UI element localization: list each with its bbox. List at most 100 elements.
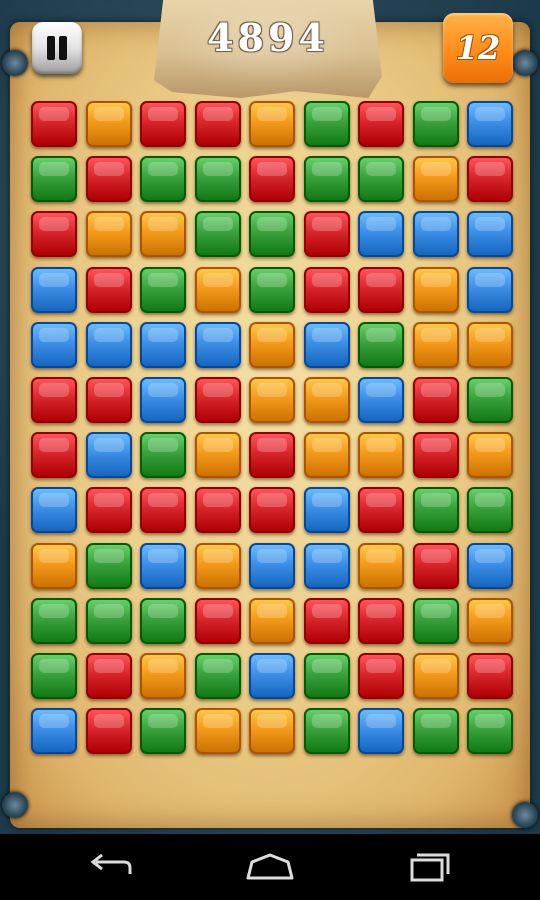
tile-red[interactable] [249,487,295,534]
tile-green[interactable] [140,266,186,313]
tile-orange[interactable] [467,432,513,479]
tile-blue[interactable] [31,708,77,755]
tile-red[interactable] [358,653,404,699]
tile-red[interactable] [85,653,132,699]
tile-blue[interactable] [140,377,186,423]
tile-red[interactable] [194,377,241,423]
tile-green[interactable] [303,156,350,203]
tile-red[interactable] [412,432,459,479]
back-button[interactable] [82,846,142,890]
tile-orange[interactable] [194,542,241,589]
pause-button[interactable] [32,22,82,74]
tile-blue[interactable] [467,266,513,313]
tile-orange[interactable] [467,321,513,368]
tile-red[interactable] [194,101,241,147]
tile-red[interactable] [303,597,350,644]
tile-blue[interactable] [31,487,77,534]
tile-blue[interactable] [467,101,513,147]
tile-red[interactable] [467,156,513,203]
tile-red[interactable] [249,432,295,479]
tile-orange[interactable] [412,156,459,203]
tile-blue[interactable] [303,321,350,368]
tile-orange[interactable] [249,597,295,644]
tile-red[interactable] [412,542,459,589]
tile-red[interactable] [358,266,404,313]
tile-orange[interactable] [358,542,404,589]
tile-green[interactable] [140,156,186,203]
tile-blue[interactable] [85,321,132,368]
tile-orange[interactable] [249,101,295,147]
tile-orange[interactable] [194,708,241,755]
tile-green[interactable] [412,708,459,755]
tile-green[interactable] [358,321,404,368]
tile-red[interactable] [467,653,513,699]
tile-red[interactable] [358,101,404,147]
tile-orange[interactable] [194,266,241,313]
tile-green[interactable] [140,432,186,479]
tile-blue[interactable] [303,542,350,589]
tile-red[interactable] [358,597,404,644]
tile-blue[interactable] [85,432,132,479]
tile-blue[interactable] [358,708,404,755]
tile-blue[interactable] [467,211,513,258]
tile-red[interactable] [303,211,350,258]
tile-green[interactable] [467,377,513,423]
tile-red[interactable] [85,266,132,313]
tile-green[interactable] [467,487,513,534]
tile-blue[interactable] [249,653,295,699]
tile-green[interactable] [194,156,241,203]
tile-red[interactable] [358,487,404,534]
tile-green[interactable] [412,101,459,147]
tile-orange[interactable] [412,653,459,699]
tile-green[interactable] [140,597,186,644]
tile-orange[interactable] [249,708,295,755]
tile-red[interactable] [31,432,77,479]
tile-red[interactable] [194,487,241,534]
tile-orange[interactable] [467,597,513,644]
tile-red[interactable] [31,377,77,423]
tile-green[interactable] [412,487,459,534]
tile-green[interactable] [303,708,350,755]
tile-red[interactable] [412,377,459,423]
tile-red[interactable] [85,708,132,755]
tile-orange[interactable] [194,432,241,479]
tile-green[interactable] [194,653,241,699]
tile-orange[interactable] [249,377,295,423]
tile-blue[interactable] [467,542,513,589]
tile-red[interactable] [140,101,186,147]
tile-orange[interactable] [412,266,459,313]
tile-orange[interactable] [249,321,295,368]
tile-green[interactable] [303,101,350,147]
tile-red[interactable] [85,377,132,423]
tile-green[interactable] [467,708,513,755]
tile-blue[interactable] [31,266,77,313]
tile-orange[interactable] [303,432,350,479]
tile-green[interactable] [303,653,350,699]
home-button[interactable] [240,846,300,890]
tile-red[interactable] [249,156,295,203]
tile-blue[interactable] [31,321,77,368]
tile-blue[interactable] [358,377,404,423]
tile-orange[interactable] [358,432,404,479]
tile-orange[interactable] [412,321,459,368]
tile-green[interactable] [140,708,186,755]
tile-orange[interactable] [85,101,132,147]
tile-blue[interactable] [249,542,295,589]
tile-green[interactable] [85,597,132,644]
tile-green[interactable] [31,653,77,699]
tile-red[interactable] [85,487,132,534]
tile-green[interactable] [249,266,295,313]
tile-red[interactable] [140,487,186,534]
tile-blue[interactable] [412,211,459,258]
tile-green[interactable] [31,156,77,203]
tile-orange[interactable] [303,377,350,423]
tile-red[interactable] [303,266,350,313]
tile-green[interactable] [31,597,77,644]
tile-green[interactable] [358,156,404,203]
recent-apps-button[interactable] [398,846,458,890]
tile-blue[interactable] [140,542,186,589]
tile-blue[interactable] [140,321,186,368]
tile-orange[interactable] [31,542,77,589]
tile-red[interactable] [31,211,77,258]
tile-red[interactable] [194,597,241,644]
